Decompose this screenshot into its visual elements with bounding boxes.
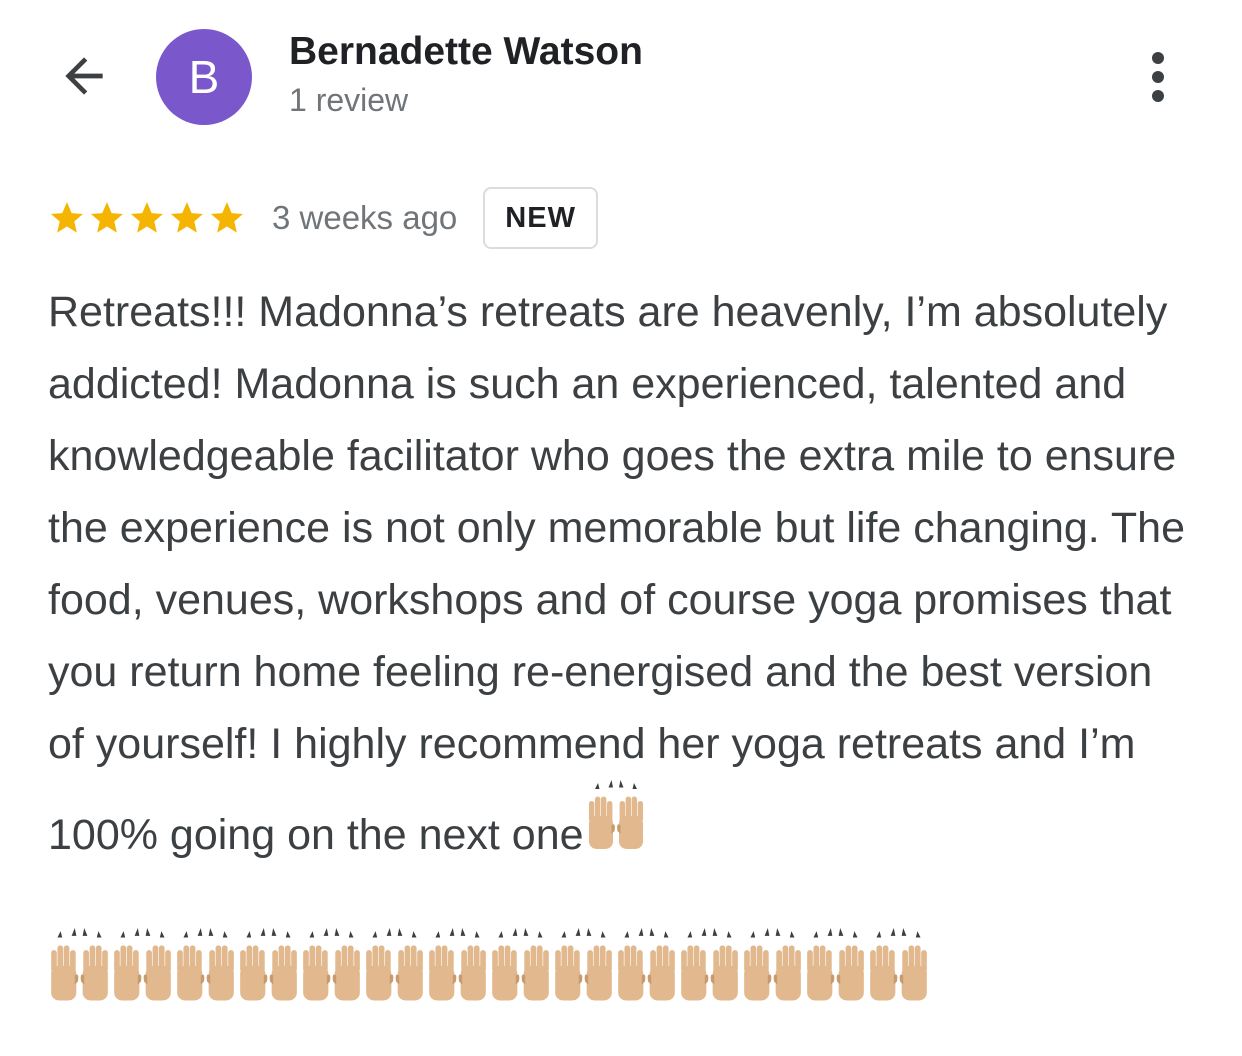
avatar-initial: B [188, 51, 220, 103]
review-header: B Bernadette Watson 1 review [0, 0, 1242, 160]
raising-hands-emoji [489, 928, 552, 1007]
raising-hands-emoji [586, 780, 646, 855]
reviewer-name[interactable]: Bernadette Watson [289, 30, 643, 74]
more-vert-icon-dot [1152, 71, 1164, 83]
raising-hands-emoji [48, 928, 111, 1007]
more-vert-icon-dot [1152, 90, 1164, 102]
star-icon [168, 199, 206, 237]
review-meta: 3 weeks ago NEW [48, 185, 598, 251]
arrow-back-icon [65, 57, 103, 95]
star-icon [48, 199, 86, 237]
raising-hands-emoji [804, 928, 867, 1007]
raising-hands-emoji [867, 928, 930, 1007]
raising-hands-emoji [300, 928, 363, 1007]
raising-hands-emoji [552, 928, 615, 1007]
raising-hands-emoji [111, 928, 174, 1007]
raising-hands-emoji [426, 928, 489, 1007]
review-text: Retreats!!! Madonna’s retreats are heave… [48, 288, 1186, 859]
review-count: 1 review [289, 82, 409, 118]
emoji-row [48, 928, 930, 1007]
review-time: 3 weeks ago [272, 199, 458, 236]
raising-hands-emoji [615, 928, 678, 1007]
raising-hands-emoji [678, 928, 741, 1007]
more-options-button[interactable] [1128, 44, 1188, 110]
raising-hands-emoji [363, 928, 426, 1007]
more-vert-icon-dot [1152, 52, 1164, 64]
avatar[interactable]: B [156, 29, 252, 125]
star-icon [128, 199, 166, 237]
raising-hands-emoji [174, 928, 237, 1007]
new-badge: NEW [483, 187, 598, 249]
raising-hands-emoji [237, 928, 300, 1007]
star-icon [208, 199, 246, 237]
star-rating [48, 199, 246, 237]
review-body: Retreats!!! Madonna’s retreats are heave… [48, 276, 1198, 871]
back-button[interactable] [52, 44, 116, 108]
raising-hands-emoji [741, 928, 804, 1007]
star-icon [88, 199, 126, 237]
